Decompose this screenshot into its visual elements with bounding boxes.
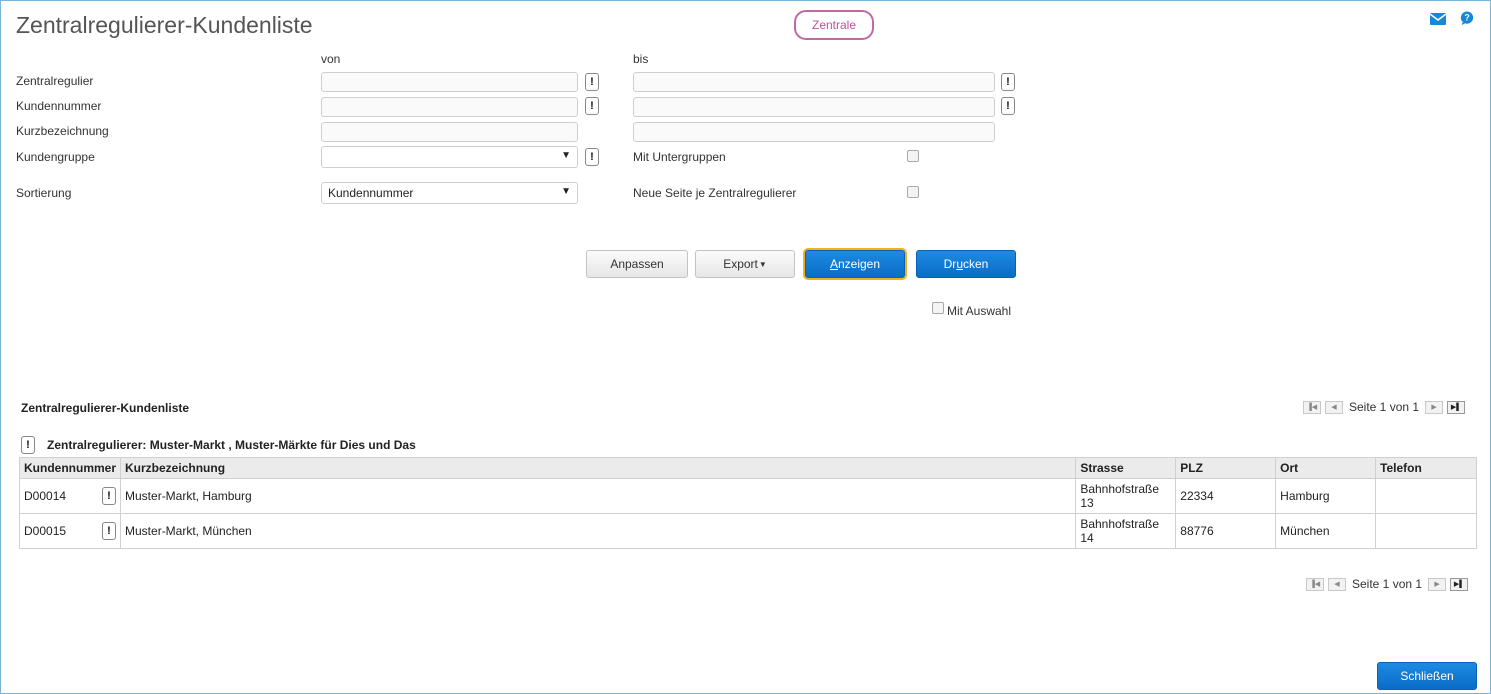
page-indicator: Seite 1 von 1 [1352,577,1423,591]
anzeigen-label: nzeigen [837,257,881,271]
sortierung-select[interactable]: Kundennummer ▼ [321,182,578,204]
zentralregulier-to-lookup-button[interactable]: ! [1001,73,1015,91]
cell-kundennummer: D00015 [24,524,67,538]
mail-icon[interactable] [1430,12,1446,26]
help-icon[interactable]: ? [1459,11,1475,25]
prev-page-icon[interactable]: ◀ [1325,400,1343,414]
page-title: Zentralregulierer-Kundenliste [16,12,313,38]
bottom-pager: ▐◀ ◀ Seite 1 von 1 ▶ ▶▌ [1306,577,1469,591]
first-page-icon[interactable]: ▐◀ [1303,400,1321,414]
cell-ort: Hamburg [1275,478,1377,514]
neue-seite-label: Neue Seite je Zentralregulierer [633,186,797,200]
export-label: Export [723,257,758,271]
chevron-down-icon: ▼ [561,186,571,197]
top-pager: ▐◀ ◀ Seite 1 von 1 ▶ ▶▌ [1303,400,1466,414]
zentralregulier-label: Zentralregulier [16,74,94,88]
page-indicator: Seite 1 von 1 [1349,400,1420,414]
kundennummer-label: Kundennummer [16,99,102,113]
cell-telefon [1375,513,1477,549]
cell-telefon [1375,478,1477,514]
zentralregulier-from-input[interactable] [321,72,578,92]
sortierung-label: Sortierung [16,186,72,200]
strasse-line-2: 14 [1080,531,1094,545]
col-header-ort[interactable]: Ort [1275,457,1377,479]
kurzbezeichnung-from-input[interactable] [321,122,578,142]
cell-kundennummer: D00014 [24,489,67,503]
kundengruppe-lookup-button[interactable]: ! [585,148,599,166]
cell-plz: 22334 [1175,478,1277,514]
export-button[interactable]: Export ▼ [695,250,795,278]
prev-page-icon[interactable]: ◀ [1328,577,1346,591]
neue-seite-checkbox[interactable] [907,186,919,198]
group-lookup-button[interactable]: ! [21,436,35,454]
kundengruppe-select[interactable]: ▼ [321,146,578,168]
row-lookup-button[interactable]: ! [102,487,117,505]
report-title: Zentralregulierer-Kundenliste [21,401,190,415]
mit-auswahl-checkbox[interactable] [932,302,944,314]
kundennummer-from-lookup-button[interactable]: ! [585,97,599,115]
strasse-line-2: 13 [1080,496,1094,510]
zentralregulier-to-input[interactable] [633,72,995,92]
next-page-icon[interactable]: ▶ [1428,577,1447,591]
kundennummer-to-input[interactable] [633,97,995,117]
zentrale-badge[interactable]: Zentrale [794,10,874,40]
last-page-icon[interactable]: ▶▌ [1447,400,1466,414]
col-header-plz[interactable]: PLZ [1175,457,1277,479]
chevron-down-icon: ▼ [561,150,571,161]
table-row[interactable]: D00015 ! Muster-Markt, München Bahnhofst… [18,513,1477,549]
col-header-kundennummer[interactable]: Kundennummer [18,457,122,479]
row-lookup-button[interactable]: ! [102,522,117,540]
from-heading: von [321,52,341,66]
first-page-icon[interactable]: ▐◀ [1306,577,1324,591]
anpassen-button[interactable]: Anpassen [586,250,688,278]
sortierung-value: Kundennummer [328,186,414,200]
svg-text:?: ? [1464,13,1469,23]
drucken-accesskey: u [956,257,963,271]
schliessen-button[interactable]: Schließen [1377,662,1477,690]
kundennummer-to-lookup-button[interactable]: ! [1001,97,1015,115]
strasse-line-1: Bahnhofstraße [1080,482,1160,496]
col-header-kurzbezeichnung[interactable]: Kurzbezeichnung [120,457,1077,479]
mit-untergruppen-label: Mit Untergruppen [633,150,726,164]
last-page-icon[interactable]: ▶▌ [1450,577,1469,591]
cell-kurzbezeichnung: Muster-Markt, Hamburg [120,478,1077,514]
to-heading: bis [633,52,649,66]
group-title: Zentralregulierer: Muster-Markt , Muster… [47,438,416,452]
zentralregulier-from-lookup-button[interactable]: ! [585,73,599,91]
anzeigen-accesskey: A [829,257,838,271]
strasse-line-1: Bahnhofstraße [1080,517,1160,531]
drucken-label-b: cken [963,257,989,271]
kundengruppe-label: Kundengruppe [16,150,95,164]
next-page-icon[interactable]: ▶ [1425,400,1444,414]
drucken-label-a: Dr [943,257,957,271]
table-row[interactable]: D00014 ! Muster-Markt, Hamburg Bahnhofst… [18,478,1477,514]
mit-untergruppen-checkbox[interactable] [907,150,919,162]
kurzbezeichnung-label: Kurzbezeichnung [16,124,109,138]
cell-kurzbezeichnung: Muster-Markt, München [120,513,1077,549]
cell-strasse: Bahnhofstraße 13 [1075,478,1177,514]
col-header-telefon[interactable]: Telefon [1375,457,1477,479]
mit-auswahl-label: Mit Auswahl [947,304,1012,318]
drucken-button[interactable]: Dr u cken [916,250,1016,278]
kundennummer-from-input[interactable] [321,97,578,117]
kurzbezeichnung-to-input[interactable] [633,122,995,142]
cell-ort: München [1275,513,1377,549]
anzeigen-button[interactable]: Anzeigen [805,250,905,278]
col-header-strasse[interactable]: Strasse [1075,457,1177,479]
customer-table: Kundennummer Kurzbezeichnung Strasse PLZ… [18,457,1477,549]
cell-strasse: Bahnhofstraße 14 [1075,513,1177,549]
caret-down-icon: ▼ [758,259,767,269]
cell-plz: 88776 [1175,513,1277,549]
